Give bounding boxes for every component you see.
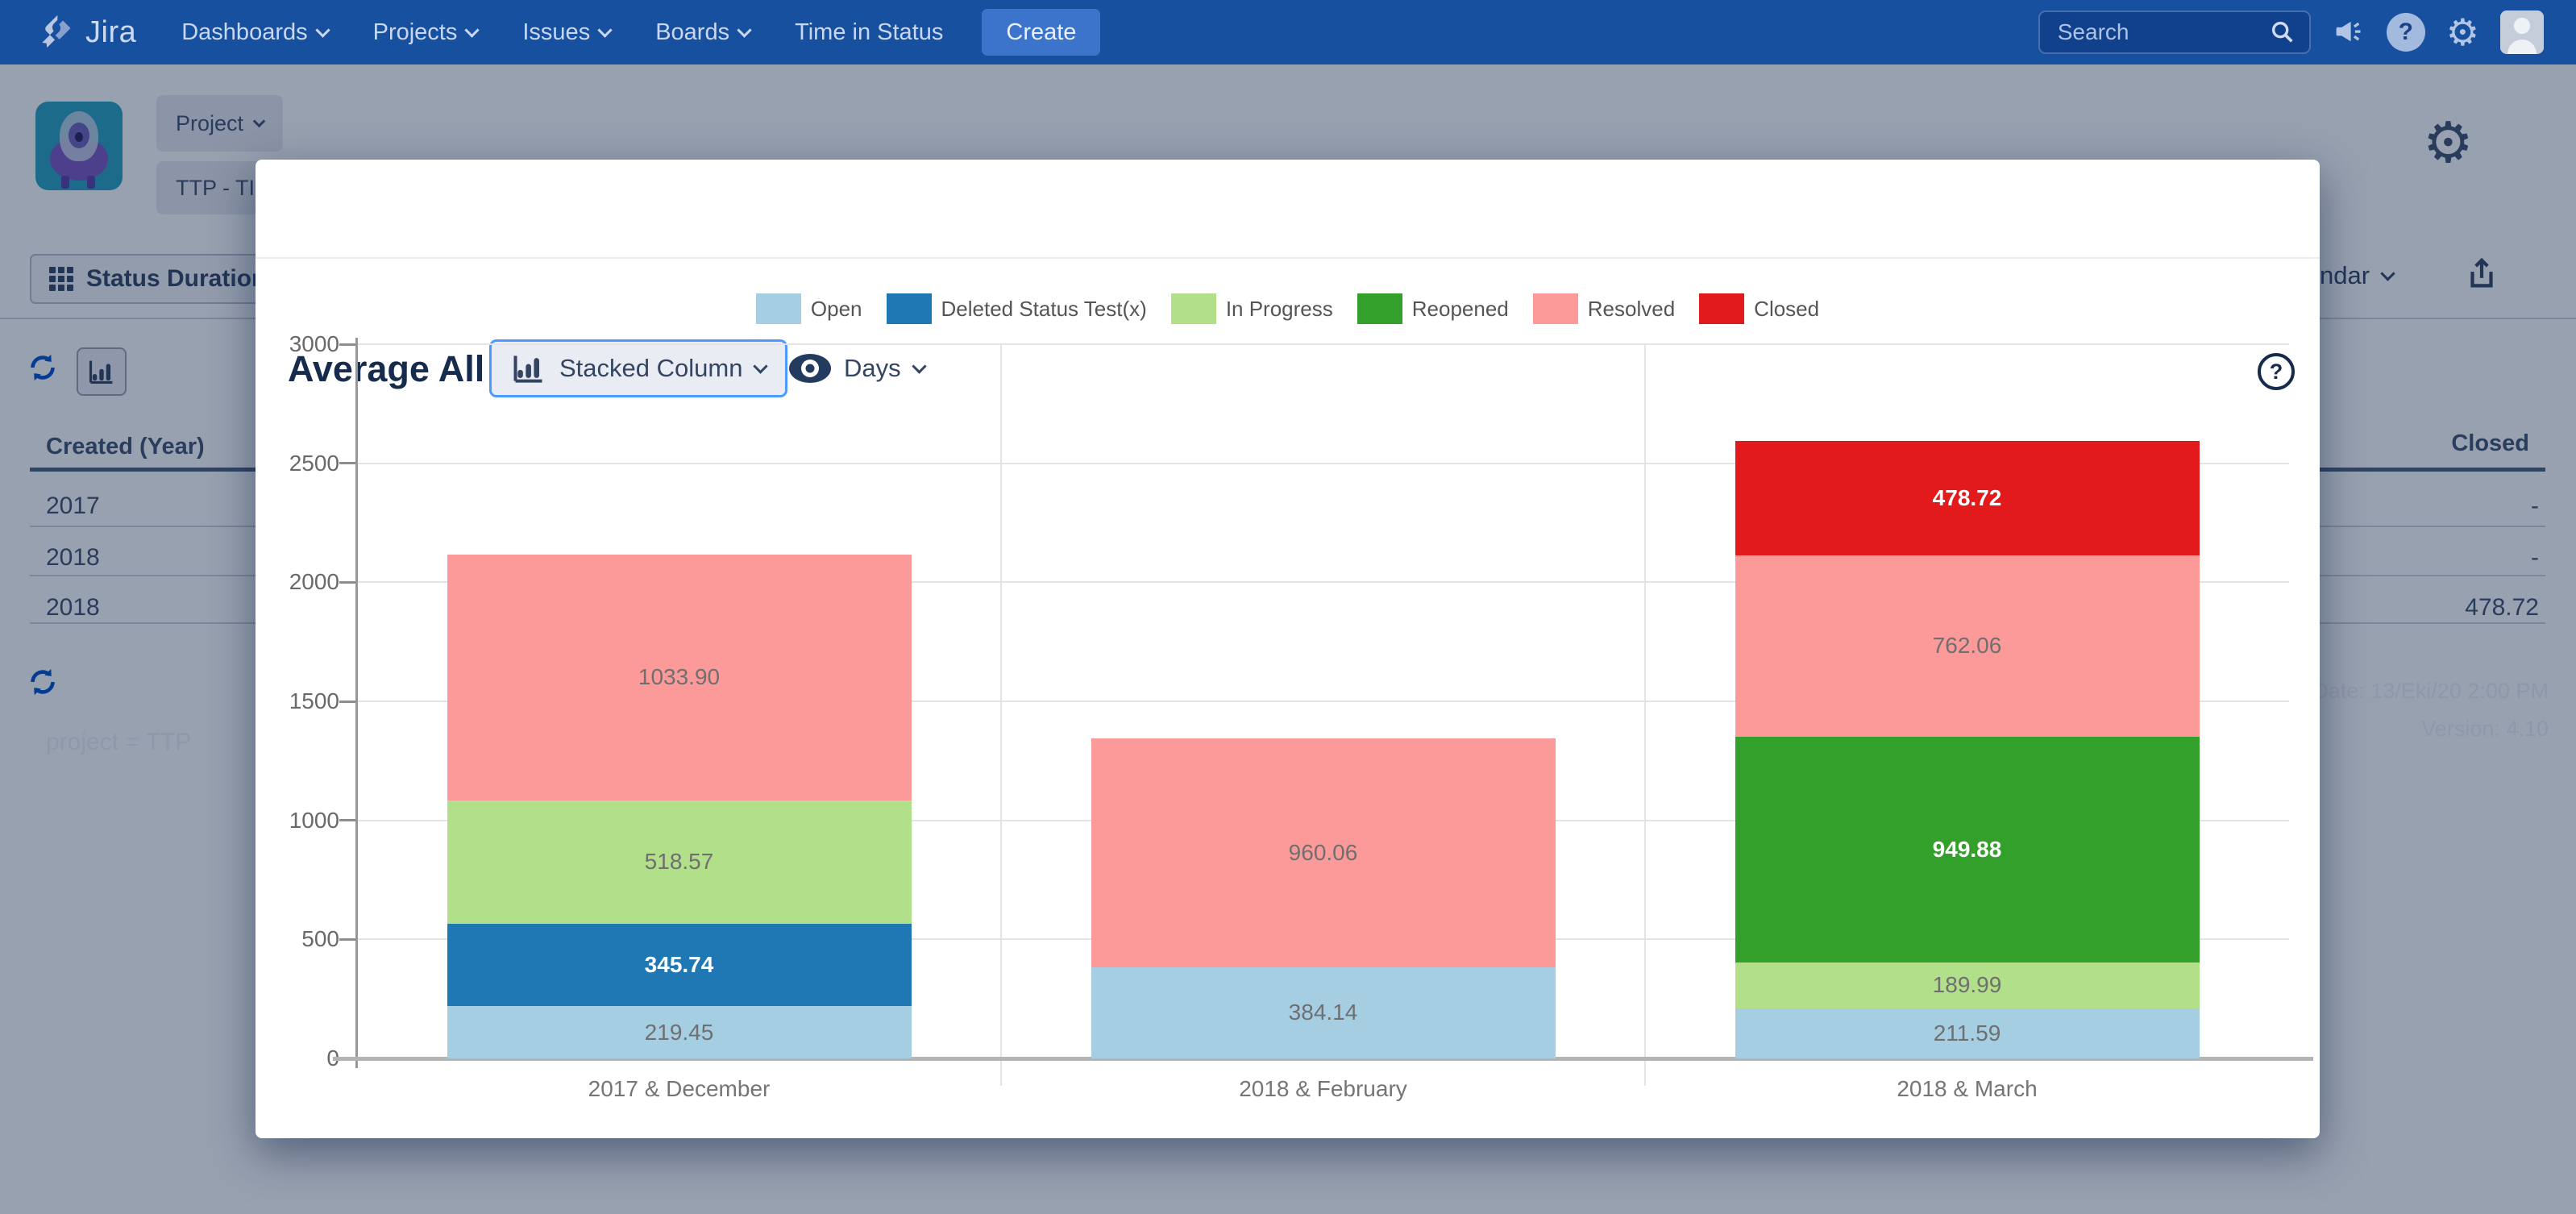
y-axis-label: 500 <box>256 926 339 952</box>
bar-value-label: 518.57 <box>645 849 714 875</box>
bar-segment-open[interactable]: 384.14 <box>1091 967 1556 1058</box>
chevron-down-icon <box>598 23 613 37</box>
announcements-button[interactable] <box>2332 15 2366 49</box>
nav-menu: Dashboards Projects Issues Boards Time i… <box>181 19 943 46</box>
top-nav: Jira Dashboards Projects Issues Boards T… <box>0 0 2576 64</box>
x-axis-category-label: 2017 & December <box>470 1076 889 1102</box>
y-axis-tick <box>339 343 357 346</box>
gear-icon: ⚙ <box>2446 14 2479 51</box>
nav-item-label: Boards <box>655 19 729 46</box>
y-gridline <box>357 343 2289 345</box>
y-axis-label: 1000 <box>256 808 339 834</box>
category-separator-line <box>1000 344 1002 1086</box>
jira-logo[interactable]: Jira <box>35 11 136 53</box>
bar-value-label: 960.06 <box>1289 840 1358 866</box>
bar-segment-resolved[interactable]: 1033.90 <box>447 555 912 800</box>
chevron-down-icon <box>737 23 751 37</box>
question-mark-icon: ? <box>2387 13 2425 52</box>
chevron-down-icon <box>465 23 480 37</box>
chevron-down-icon <box>315 23 330 37</box>
y-axis-tick <box>339 938 357 941</box>
search-input[interactable] <box>2058 19 2269 45</box>
bar-segment-deleted-status-test-x-[interactable]: 345.74 <box>447 924 912 1006</box>
person-icon <box>2514 18 2530 34</box>
nav-item-label: Issues <box>522 19 590 46</box>
x-axis-category-label: 2018 & February <box>1114 1076 1533 1102</box>
y-axis-tick <box>339 819 357 821</box>
y-axis-tick <box>339 462 357 464</box>
search-box <box>2038 10 2311 54</box>
bar-value-label: 762.06 <box>1933 633 2002 659</box>
user-avatar[interactable] <box>2500 10 2544 54</box>
category-separator-line <box>1644 344 1646 1086</box>
bar-value-label: 949.88 <box>1933 837 2002 863</box>
nav-item-issues[interactable]: Issues <box>522 19 610 46</box>
person-icon <box>2507 39 2537 54</box>
y-axis-tick <box>339 701 357 703</box>
create-button[interactable]: Create <box>982 9 1100 56</box>
chart-modal: Average All Stacked Column Days ? OpenDe… <box>256 160 2320 1138</box>
help-button[interactable]: ? <box>2387 13 2425 52</box>
bar-value-label: 384.14 <box>1289 1000 1358 1025</box>
nav-item-boards[interactable]: Boards <box>655 19 750 46</box>
bar-segment-closed[interactable]: 478.72 <box>1735 441 2200 555</box>
chart-area: 0 500 1000 1500 2000 2500 3000 219.45 345.74 518.… <box>256 160 2320 1138</box>
nav-item-projects[interactable]: Projects <box>373 19 478 46</box>
nav-item-time-in-status[interactable]: Time in Status <box>795 19 943 46</box>
y-axis-label: 1500 <box>256 688 339 714</box>
y-axis-label: 2500 <box>256 451 339 476</box>
brand-name: Jira <box>85 15 136 50</box>
y-axis-line <box>355 338 358 1068</box>
nav-item-label: Projects <box>373 19 458 46</box>
bar-segment-in-progress[interactable]: 518.57 <box>447 800 912 924</box>
x-axis-category-label: 2018 & March <box>1758 1076 2177 1102</box>
settings-button[interactable]: ⚙ <box>2446 14 2479 51</box>
bar-segment-in-progress[interactable]: 189.99 <box>1735 962 2200 1008</box>
bar-segment-reopened[interactable]: 949.88 <box>1735 737 2200 963</box>
bar-segment-open[interactable]: 211.59 <box>1735 1008 2200 1058</box>
jira-logo-icon <box>35 11 77 53</box>
y-axis-label: 2000 <box>256 569 339 595</box>
y-axis-tick <box>339 581 357 584</box>
search-icon[interactable] <box>2269 19 2296 46</box>
bar-value-label: 478.72 <box>1933 485 2002 511</box>
bar-segment-resolved[interactable]: 762.06 <box>1735 555 2200 737</box>
bar-value-label: 1033.90 <box>638 664 720 690</box>
nav-item-dashboards[interactable]: Dashboards <box>181 19 327 46</box>
bar-segment-open[interactable]: 219.45 <box>447 1006 912 1058</box>
bar-segment-resolved[interactable]: 960.06 <box>1091 738 1556 967</box>
bar-value-label: 345.74 <box>645 952 714 978</box>
nav-item-label: Time in Status <box>795 19 943 46</box>
bar-value-label: 219.45 <box>645 1020 714 1046</box>
megaphone-icon <box>2332 15 2366 49</box>
y-axis-label: 3000 <box>256 331 339 357</box>
nav-right-controls: ? ⚙ <box>2038 10 2544 54</box>
nav-item-label: Dashboards <box>181 19 307 46</box>
y-axis-label: 0 <box>256 1046 339 1071</box>
bar-value-label: 189.99 <box>1933 972 2002 998</box>
bar-value-label: 211.59 <box>1934 1021 2001 1046</box>
